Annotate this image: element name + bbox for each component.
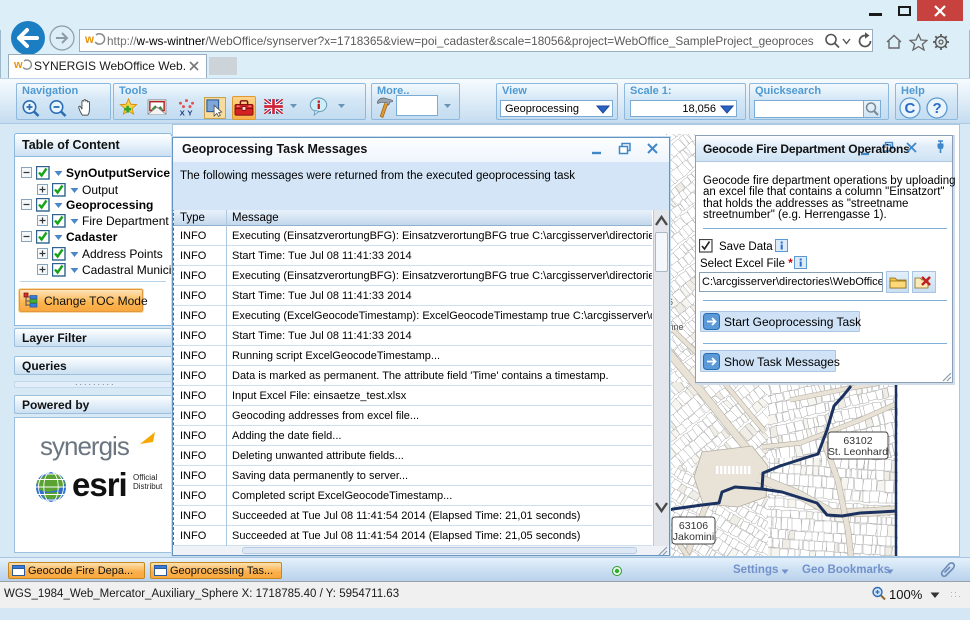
svg-text:?: ? — [933, 100, 942, 117]
svg-text:C: C — [905, 100, 916, 117]
svg-text:X: X — [180, 108, 186, 117]
svg-text:Y: Y — [187, 108, 193, 117]
